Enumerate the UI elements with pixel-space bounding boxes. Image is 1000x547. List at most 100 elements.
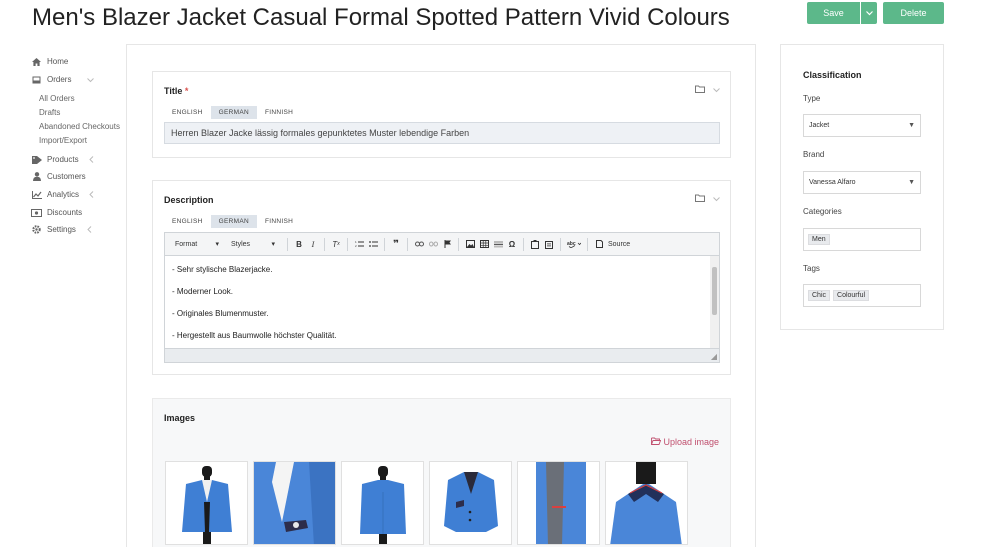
link-icon[interactable] [413, 238, 425, 250]
sidebar-item-label: Home [47, 57, 69, 66]
chevron-down-icon[interactable] [713, 194, 720, 204]
format-dropdown[interactable]: Format ▾ [171, 240, 223, 249]
svg-text:2: 2 [355, 244, 357, 248]
tab-english[interactable]: ENGLISH [164, 106, 211, 119]
images-card: Images Upload image [152, 398, 731, 547]
brand-select[interactable]: Vanessa Alfaro ▼ [803, 171, 921, 194]
sidebar-item-label: Customers [47, 172, 86, 181]
user-icon [31, 172, 42, 181]
sidebar-item-label: Orders [47, 75, 72, 84]
sidebar-item-orders[interactable]: Orders [31, 75, 94, 84]
tag-chip[interactable]: Colourful [833, 290, 870, 301]
chevron-down-icon [865, 10, 873, 15]
tags-label: Tags [803, 264, 820, 273]
save-options-button[interactable] [861, 2, 877, 24]
inbox-icon [31, 75, 42, 84]
numbered-list-icon[interactable]: 12 [353, 238, 365, 250]
chevron-left-icon [89, 190, 94, 200]
description-line: - Originales Blumenmuster. [172, 309, 269, 318]
sidebar-subitem-import-export[interactable]: Import/Export [39, 136, 87, 145]
sidebar-item-label: Discounts [47, 208, 83, 217]
folder-icon[interactable] [695, 194, 705, 204]
delete-button[interactable]: Delete [883, 2, 944, 24]
description-line: - Hergestellt aus Baumwolle höchster Qua… [172, 331, 337, 340]
tag-icon [31, 155, 42, 164]
categories-input[interactable]: Men [803, 228, 921, 251]
image-icon[interactable] [464, 238, 476, 250]
language-tabs: ENGLISH GERMAN FINNISH [164, 106, 301, 119]
styles-dropdown[interactable]: Styles ▾ [227, 240, 279, 249]
source-icon [593, 238, 605, 250]
sidebar-item-label: Analytics [47, 190, 80, 199]
categories-label: Categories [803, 207, 842, 216]
horizontal-line-icon[interactable] [492, 238, 504, 250]
chart-icon [31, 190, 42, 199]
blockquote-icon[interactable]: ❞ [390, 238, 402, 250]
category-chip[interactable]: Men [808, 234, 830, 245]
gear-icon [31, 225, 42, 234]
tab-finnish[interactable]: FINNISH [257, 215, 301, 228]
upload-image-link[interactable]: Upload image [651, 437, 719, 447]
paste-text-icon[interactable] [543, 238, 555, 250]
product-image-thumb[interactable] [341, 461, 424, 545]
title-card: Title * ENGLISH GERMAN FINNISH Herren Bl… [152, 71, 731, 158]
title-card-heading: Title * [164, 86, 189, 96]
chevron-left-icon [87, 225, 92, 235]
type-select[interactable]: Jacket ▼ [803, 114, 921, 137]
clear-format-icon[interactable]: Tx [330, 238, 342, 250]
tag-chip[interactable]: Chic [808, 290, 831, 301]
product-image-thumb[interactable] [165, 461, 248, 545]
paste-icon[interactable] [529, 238, 541, 250]
product-image-thumb[interactable] [517, 461, 600, 545]
anchor-flag-icon[interactable] [441, 238, 453, 250]
editor-footer: ◢ [165, 348, 719, 362]
sidebar-item-products[interactable]: Products [31, 155, 94, 164]
sidebar-subitem-abandoned-checkouts[interactable]: Abandoned Checkouts [39, 122, 120, 131]
sidebar-item-label: Settings [47, 225, 76, 234]
classification-title: Classification [803, 70, 862, 80]
tab-finnish[interactable]: FINNISH [257, 106, 301, 119]
editor-content[interactable]: - Sehr stylische Blazerjacke. - Moderner… [165, 256, 711, 349]
language-tabs: ENGLISH GERMAN FINNISH [164, 215, 301, 228]
special-character-icon[interactable]: Ω [506, 238, 518, 250]
caret-down-icon: ▼ [908, 122, 915, 129]
type-label: Type [803, 94, 821, 103]
product-image-thumb[interactable] [605, 461, 688, 545]
table-icon[interactable] [478, 238, 490, 250]
sidebar-subitem-drafts[interactable]: Drafts [39, 108, 60, 117]
italic-icon[interactable]: I [307, 238, 319, 250]
tab-german[interactable]: GERMAN [210, 215, 257, 228]
save-button[interactable]: Save [807, 2, 860, 24]
brand-label: Brand [803, 150, 825, 159]
source-button[interactable]: Source [608, 241, 630, 248]
sidebar-item-home[interactable]: Home [31, 57, 68, 66]
title-input[interactable]: Herren Blazer Jacke lässig formales gepu… [164, 122, 720, 144]
sidebar-item-label: Products [47, 155, 79, 164]
caret-down-icon: ▾ [215, 241, 219, 248]
product-image-thumb[interactable] [429, 461, 512, 545]
tags-input[interactable]: Chic Colourful [803, 284, 921, 307]
spellcheck-icon[interactable]: abc [566, 238, 582, 250]
sidebar-item-discounts[interactable]: Discounts [31, 208, 82, 217]
folder-icon[interactable] [695, 85, 705, 95]
editor-scroll-thumb[interactable] [712, 267, 717, 315]
rich-text-editor: Format ▾ Styles ▾ B I Tx 12 ❞ Ω abc Sour… [164, 232, 720, 363]
tab-german[interactable]: GERMAN [210, 106, 257, 119]
sidebar-item-analytics[interactable]: Analytics [31, 190, 94, 199]
resize-handle-icon[interactable]: ◢ [711, 352, 717, 361]
bulleted-list-icon[interactable] [367, 238, 379, 250]
description-line: - Sehr stylische Blazerjacke. [172, 265, 273, 274]
sidebar-item-settings[interactable]: Settings [31, 225, 92, 234]
sidebar-item-customers[interactable]: Customers [31, 172, 86, 181]
description-card: Description ENGLISH GERMAN FINNISH Forma… [152, 180, 731, 375]
tab-english[interactable]: ENGLISH [164, 215, 211, 228]
chevron-down-icon [87, 75, 94, 85]
product-image-thumb[interactable] [253, 461, 336, 545]
description-card-heading: Description [164, 195, 214, 205]
folder-open-icon [651, 437, 662, 447]
unlink-icon[interactable] [427, 238, 439, 250]
sidebar-subitem-all-orders[interactable]: All Orders [39, 94, 75, 103]
chevron-down-icon[interactable] [713, 85, 720, 95]
bold-icon[interactable]: B [293, 238, 305, 250]
ticket-icon [31, 208, 42, 217]
